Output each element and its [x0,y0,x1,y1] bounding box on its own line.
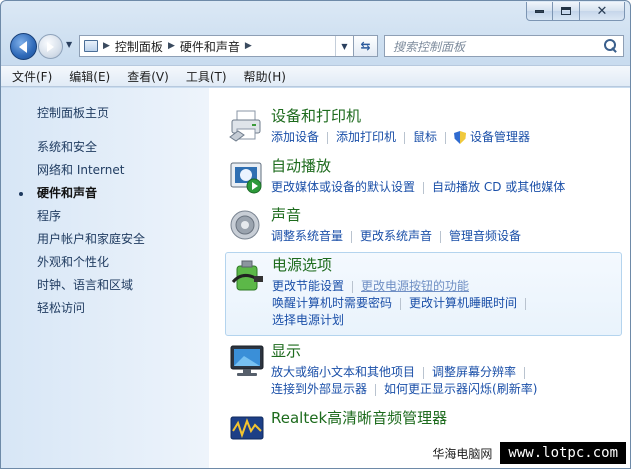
sidebar-item-programs[interactable]: 程序 [1,205,209,228]
back-button[interactable] [10,33,37,60]
main-panel: 设备和打印机 添加设备 添加打印机 鼠标 设备管理器 自动播放 更改媒体或设备的… [209,88,630,468]
realtek-icon [230,416,264,440]
link-text-size[interactable]: 放大或缩小文本和其他项目 [271,364,415,381]
menu-edit[interactable]: 编辑(E) [69,68,110,85]
link-autoplay-cd[interactable]: 自动播放 CD 或其他媒体 [432,179,565,196]
category-display: 显示 放大或缩小文本和其他项目 调整屏幕分辨率 连接到外部显示器 如何更正显示器… [225,339,622,401]
category-sound: 声音 调整系统音量 更改系统声音 管理音频设备 [225,203,622,249]
refresh-button[interactable]: ⇆ [354,35,378,57]
link-adjust-volume[interactable]: 调整系统音量 [271,228,343,245]
category-autoplay: 自动播放 更改媒体或设备的默认设置 自动播放 CD 或其他媒体 [225,154,622,200]
shield-icon [454,131,466,144]
back-arrow-icon [18,40,27,53]
category-devices-printers: 设备和打印机 添加设备 添加打印机 鼠标 设备管理器 [225,104,622,150]
sidebar-item-home[interactable]: 控制面板主页 [1,102,209,125]
category-title[interactable]: 设备和打印机 [271,105,361,126]
category-links: 更改节能设置 更改电源按钮的功能 唤醒计算机时需要密码 更改计算机睡眠时间 选择… [272,278,534,329]
category-links: 调整系统音量 更改系统声音 管理音频设备 [271,228,521,245]
menu-view[interactable]: 查看(V) [127,68,169,85]
category-links: 更改媒体或设备的默认设置 自动播放 CD 或其他媒体 [271,179,565,196]
link-change-media-defaults[interactable]: 更改媒体或设备的默认设置 [271,179,415,196]
link-screen-resolution[interactable]: 调整屏幕分辨率 [432,364,516,381]
breadcrumb-hardware-sound[interactable]: 硬件和声音 [180,38,240,55]
power-icon [231,260,263,291]
link-manage-audio-devices[interactable]: 管理音频设备 [449,228,521,245]
close-button[interactable]: ✕ [580,2,625,21]
maximize-button[interactable] [553,2,580,21]
speaker-icon [230,210,260,240]
sidebar-item-ease-of-access[interactable]: 轻松访问 [1,297,209,320]
menu-help[interactable]: 帮助(H) [244,68,286,85]
watermark: 华海电脑网 www.lotpc.com [432,442,626,464]
address-bar[interactable]: ▶ 控制面板 ▶ 硬件和声音 ▶ ▼ [79,35,354,57]
breadcrumb-control-panel[interactable]: 控制面板 [115,38,163,55]
link-add-printer[interactable]: 添加打印机 [336,129,396,146]
category-power-options[interactable]: 电源选项 更改节能设置 更改电源按钮的功能 唤醒计算机时需要密码 更改计算机睡眠… [225,252,622,336]
sidebar-item-system-security[interactable]: 系统和安全 [1,136,209,159]
category-links: 添加设备 添加打印机 鼠标 设备管理器 [271,129,530,146]
control-panel-icon [84,40,98,52]
link-require-password-wakeup[interactable]: 唤醒计算机时需要密码 [272,295,392,312]
category-realtek: Realtek高清晰音频管理器 [225,406,622,442]
sidebar-item-user-accounts[interactable]: 用户帐户和家庭安全 [1,228,209,251]
chevron-right-icon[interactable]: ▶ [168,41,175,51]
link-mouse[interactable]: 鼠标 [413,129,437,146]
link-change-sounds[interactable]: 更改系统声音 [360,228,432,245]
sidebar-item-hardware-sound[interactable]: 硬件和声音 [1,182,209,205]
category-links: 放大或缩小文本和其他项目 调整屏幕分辨率 连接到外部显示器 如何更正显示器闪烁(… [271,364,537,398]
sidebar-item-network[interactable]: 网络和 Internet [1,159,209,182]
link-power-button-function[interactable]: 更改电源按钮的功能 [361,278,469,295]
autoplay-icon [230,162,262,194]
watermark-site-name: 华海电脑网 [432,446,493,461]
minimize-button[interactable] [526,2,553,21]
navigation-bar: ▼ ▶ 控制面板 ▶ 硬件和声音 ▶ ▼ ⇆ 搜索控制面板 [7,31,624,61]
category-title[interactable]: 显示 [271,340,301,361]
chevron-right-icon[interactable]: ▶ [245,41,252,51]
minimize-icon [535,9,544,13]
history-dropdown-icon[interactable]: ▼ [66,40,72,49]
control-panel-window: ✕ ▼ ▶ 控制面板 ▶ 硬件和声音 ▶ ▼ ⇆ 搜索控制面板 文件(F) 编辑… [0,0,631,469]
search-icon[interactable] [603,38,619,54]
forward-button[interactable] [38,34,63,59]
link-choose-power-plan[interactable]: 选择电源计划 [272,312,344,329]
search-input[interactable]: 搜索控制面板 [385,38,603,55]
link-device-manager[interactable]: 设备管理器 [470,129,530,146]
printer-icon [229,110,261,142]
link-fix-flicker[interactable]: 如何更正显示器闪烁(刷新率) [384,381,537,398]
category-title[interactable]: 自动播放 [271,155,331,176]
category-title[interactable]: 电源选项 [272,254,332,275]
menu-file[interactable]: 文件(F) [12,68,52,85]
category-title[interactable]: 声音 [271,204,301,225]
sidebar-item-clock-region[interactable]: 时钟、语言和区域 [1,274,209,297]
close-icon: ✕ [596,3,608,19]
caption-buttons: ✕ [526,2,625,21]
menu-bar: 文件(F) 编辑(E) 查看(V) 工具(T) 帮助(H) [1,65,630,87]
sidebar: 控制面板主页 系统和安全 网络和 Internet 硬件和声音 程序 用户帐户和… [1,88,209,468]
chevron-right-icon[interactable]: ▶ [103,41,110,51]
link-change-sleep-time[interactable]: 更改计算机睡眠时间 [409,295,517,312]
link-add-device[interactable]: 添加设备 [271,129,319,146]
category-title[interactable]: Realtek高清晰音频管理器 [271,407,447,428]
display-icon [230,345,264,376]
link-change-power-saving[interactable]: 更改节能设置 [272,278,344,295]
address-dropdown-icon[interactable]: ▼ [335,36,353,56]
watermark-url: www.lotpc.com [500,442,626,464]
search-box[interactable]: 搜索控制面板 [384,35,624,57]
content-area: 控制面板主页 系统和安全 网络和 Internet 硬件和声音 程序 用户帐户和… [1,88,630,468]
menu-tools[interactable]: 工具(T) [186,68,227,85]
refresh-icon: ⇆ [360,39,371,53]
link-external-display[interactable]: 连接到外部显示器 [271,381,367,398]
maximize-icon [561,7,571,15]
sidebar-item-appearance[interactable]: 外观和个性化 [1,251,209,274]
forward-arrow-icon [47,41,54,52]
